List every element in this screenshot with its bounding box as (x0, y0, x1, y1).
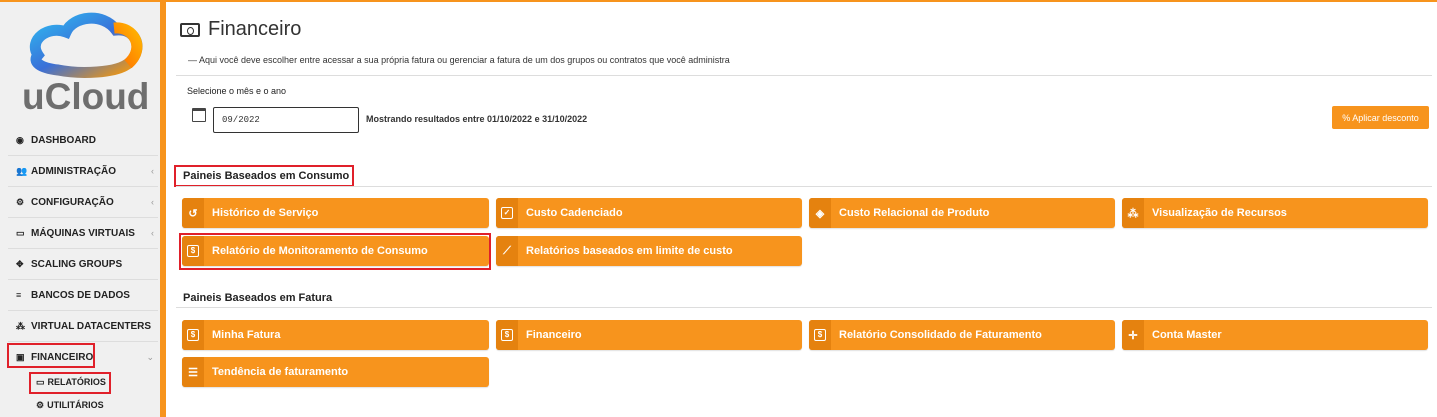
tile-label: Relatório Consolidado de Faturamento (839, 329, 1042, 341)
sidebar-item-label: VIRTUAL DATACENTERS (31, 320, 151, 332)
dollar-doc-icon: $ (496, 320, 518, 350)
divider (8, 279, 158, 280)
divider (176, 75, 1432, 76)
tile-conta-master[interactable]: ✛ Conta Master (1122, 320, 1428, 350)
tile-historico-servico[interactable]: ↺ Histórico de Serviço (182, 198, 489, 228)
sidebar-item-label: SCALING GROUPS (31, 258, 123, 270)
sidebar-item-configuracao[interactable]: ⚙ CONFIGURAÇÃO ‹ (16, 192, 156, 212)
calendar-icon (192, 108, 206, 122)
arrows-icon: ✥ (16, 258, 24, 269)
tile-label: Conta Master (1152, 329, 1222, 341)
tile-label: Custo Relacional de Produto (839, 207, 990, 219)
brand-name: uCloud (22, 76, 150, 117)
apply-discount-button[interactable]: % Aplicar desconto (1332, 106, 1429, 129)
results-range-text: Mostrando resultados entre 01/10/2022 e … (366, 114, 588, 124)
highlight-box (179, 233, 491, 270)
tile-label: Minha Fatura (212, 329, 281, 341)
divider (8, 186, 158, 187)
sidebar-item-bancos-de-dados[interactable]: ≡ BANCOS DE DADOS (16, 285, 156, 305)
tile-label: Histórico de Serviço (212, 207, 319, 219)
divider (8, 310, 158, 311)
chevron-left-icon: ‹ (151, 228, 154, 238)
tile-tendencia-faturamento[interactable]: ☰ Tendência de faturamento (182, 357, 489, 387)
gear-icon: ⚙ (16, 196, 25, 207)
divider (8, 248, 158, 249)
page-title-text: Financeiro (208, 18, 302, 40)
cubes-icon: ⁂ (1122, 198, 1144, 228)
divider (176, 307, 1432, 308)
date-label: Selecione o mês e o ano (187, 86, 287, 96)
chevron-down-icon: ⌄ (146, 351, 154, 362)
list-icon: ☰ (182, 357, 204, 387)
tile-custo-relacional-produto[interactable]: ◈ Custo Relacional de Produto (809, 198, 1115, 228)
highlight-box (174, 165, 354, 187)
gears-icon: ⚙ (36, 399, 45, 410)
tile-label: Relatórios baseados em limite de custo (526, 245, 733, 257)
sidebar-item-maquinas-virtuais[interactable]: ▭ MÁQUINAS VIRTUAIS ‹ (16, 223, 156, 243)
tile-custo-cadenciado[interactable]: ✓ Custo Cadenciado (496, 198, 802, 228)
tile-relatorio-consolidado-faturamento[interactable]: $ Relatório Consolidado de Faturamento (809, 320, 1115, 350)
page-description: — Aqui você deve escolher entre acessar … (188, 55, 730, 65)
page-title: Financeiro (180, 18, 301, 41)
dollar-doc-icon: $ (809, 320, 831, 350)
tile-label: Financeiro (526, 329, 582, 341)
cube-icon: ◈ (809, 198, 831, 228)
highlight-box (29, 372, 111, 394)
sidebar-item-label: BANCOS DE DADOS (31, 289, 130, 301)
line-chart-icon: ⟋ (496, 236, 518, 266)
sidebar-item-virtual-datacenters[interactable]: ⁂ VIRTUAL DATACENTERS (16, 316, 156, 336)
sidebar-item-administracao[interactable]: 👥 ADMINISTRAÇÃO ‹ (16, 161, 156, 181)
sidebar-item-label: ADMINISTRAÇÃO (31, 165, 116, 177)
sidebar: uCloud ◉ DASHBOARD 👥 ADMINISTRAÇÃO ‹ ⚙ C… (0, 2, 166, 417)
section-title-fatura: Paineis Baseados em Fatura (183, 292, 333, 304)
sidebar-subitem-label: UTILITÁRIOS (47, 400, 104, 410)
dollar-doc-icon: $ (182, 320, 204, 350)
month-year-input[interactable] (213, 107, 359, 133)
tile-minha-fatura[interactable]: $ Minha Fatura (182, 320, 489, 350)
divider (8, 341, 158, 342)
users-icon: 👥 (16, 165, 28, 176)
chevron-left-icon: ‹ (151, 197, 154, 207)
dashboard-icon: ◉ (16, 134, 24, 145)
cubes-icon: ⁂ (16, 320, 25, 331)
tile-financeiro[interactable]: $ Financeiro (496, 320, 802, 350)
sidebar-item-scaling-groups[interactable]: ✥ SCALING GROUPS (16, 254, 156, 274)
sidebar-item-dashboard[interactable]: ◉ DASHBOARD (16, 130, 156, 150)
sidebar-item-label: DASHBOARD (31, 134, 96, 146)
tile-relatorios-limite-custo[interactable]: ⟋ Relatórios baseados em limite de custo (496, 236, 802, 266)
chevron-left-icon: ‹ (151, 166, 154, 176)
tile-label: Tendência de faturamento (212, 366, 349, 378)
divider (8, 217, 158, 218)
monitor-icon: ▭ (16, 227, 25, 238)
divider (176, 186, 1432, 187)
tile-visualizacao-recursos[interactable]: ⁂ Visualização de Recursos (1122, 198, 1428, 228)
check-square-icon: ✓ (496, 198, 518, 228)
database-icon: ≡ (16, 290, 22, 300)
crosshair-icon: ✛ (1122, 320, 1144, 350)
history-icon: ↺ (182, 198, 204, 228)
money-icon (180, 22, 200, 37)
divider (8, 155, 158, 156)
tile-label: Visualização de Recursos (1152, 207, 1287, 219)
highlight-box (7, 343, 95, 368)
sidebar-subitem-utilitarios[interactable]: ⚙ UTILITÁRIOS (36, 397, 104, 413)
sidebar-item-label: MÁQUINAS VIRTUAIS (31, 227, 135, 239)
sidebar-item-label: CONFIGURAÇÃO (31, 196, 114, 208)
tile-label: Custo Cadenciado (526, 207, 623, 219)
